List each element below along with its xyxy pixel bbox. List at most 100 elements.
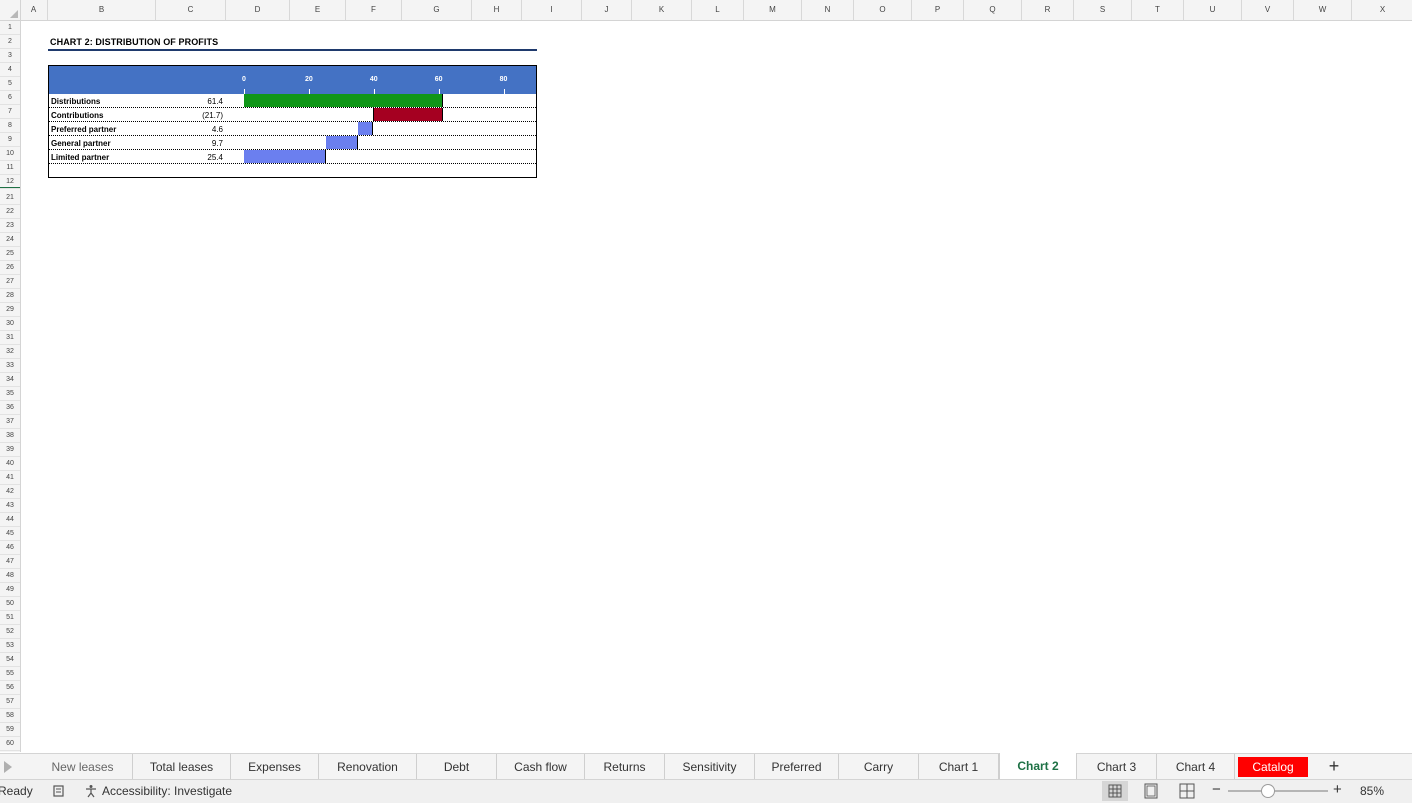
row-header-41[interactable]: 41 [0, 471, 20, 485]
column-header-h[interactable]: H [472, 0, 522, 20]
row-header-48[interactable]: 48 [0, 569, 20, 583]
sheet-tab-chart-1[interactable]: Chart 1 [919, 754, 999, 780]
column-header-b[interactable]: B [48, 0, 156, 20]
row-header-36[interactable]: 36 [0, 401, 20, 415]
row-header-29[interactable]: 29 [0, 303, 20, 317]
column-header-o[interactable]: O [854, 0, 912, 20]
column-header-m[interactable]: M [744, 0, 802, 20]
column-header-r[interactable]: R [1022, 0, 1074, 20]
row-header-39[interactable]: 39 [0, 443, 20, 457]
row-header-24[interactable]: 24 [0, 233, 20, 247]
row-header-55[interactable]: 55 [0, 667, 20, 681]
waterfall-bar[interactable] [372, 108, 444, 121]
chart-row[interactable]: Limited partner 25.4 [49, 150, 536, 164]
sheet-tab-cash-flow[interactable]: Cash flow [497, 754, 585, 780]
column-header-x[interactable]: X [1352, 0, 1412, 20]
row-header-46[interactable]: 46 [0, 541, 20, 555]
column-header-c[interactable]: C [156, 0, 226, 20]
row-header-6[interactable]: 6 [0, 91, 20, 105]
waterfall-bar[interactable] [244, 94, 444, 107]
row-header-8[interactable]: 8 [0, 119, 20, 133]
row-header-27[interactable]: 27 [0, 275, 20, 289]
row-header-58[interactable]: 58 [0, 709, 20, 723]
sheet-tab-returns[interactable]: Returns [585, 754, 665, 780]
add-sheet-button[interactable]: + [1320, 754, 1348, 780]
row-header-4[interactable]: 4 [0, 63, 20, 77]
column-header-t[interactable]: T [1132, 0, 1184, 20]
row-header-50[interactable]: 50 [0, 597, 20, 611]
row-header-12[interactable]: 12 [0, 175, 20, 189]
column-header-q[interactable]: Q [964, 0, 1022, 20]
row-header-21[interactable]: 21 [0, 191, 20, 205]
row-header-25[interactable]: 25 [0, 247, 20, 261]
sheet-tab-sensitivity[interactable]: Sensitivity [665, 754, 755, 780]
waterfall-bar[interactable] [326, 136, 358, 149]
row-header-37[interactable]: 37 [0, 415, 20, 429]
sheet-tab-total-leases[interactable]: Total leases [133, 754, 231, 780]
row-header-38[interactable]: 38 [0, 429, 20, 443]
row-header-52[interactable]: 52 [0, 625, 20, 639]
row-header-2[interactable]: 2 [0, 35, 20, 49]
row-header-47[interactable]: 47 [0, 555, 20, 569]
column-header-v[interactable]: V [1242, 0, 1294, 20]
row-header-28[interactable]: 28 [0, 289, 20, 303]
column-header-w[interactable]: W [1294, 0, 1352, 20]
waterfall-bar[interactable] [244, 150, 327, 163]
row-header-1[interactable]: 1 [0, 21, 20, 35]
sheet-tab-expenses[interactable]: Expenses [231, 754, 319, 780]
row-header-59[interactable]: 59 [0, 723, 20, 737]
waterfall-bar[interactable] [357, 122, 373, 135]
accessibility-status[interactable]: Accessibility: Investigate [102, 784, 232, 798]
normal-view-button[interactable] [1102, 781, 1128, 801]
row-header-10[interactable]: 10 [0, 147, 20, 161]
row-header-53[interactable]: 53 [0, 639, 20, 653]
page-layout-view-button[interactable] [1138, 781, 1164, 801]
waterfall-chart[interactable]: 0 20 40 60 80 Distributions 61.4 Contributions… [48, 65, 537, 178]
row-header-56[interactable]: 56 [0, 681, 20, 695]
column-header-j[interactable]: J [582, 0, 632, 20]
column-header-p[interactable]: P [912, 0, 964, 20]
zoom-slider-thumb[interactable] [1261, 784, 1275, 798]
row-header-34[interactable]: 34 [0, 373, 20, 387]
column-header-s[interactable]: S [1074, 0, 1132, 20]
row-header-7[interactable]: 7 [0, 105, 20, 119]
row-header-35[interactable]: 35 [0, 387, 20, 401]
row-header-22[interactable]: 22 [0, 205, 20, 219]
sheet-tab-renovation[interactable]: Renovation [319, 754, 417, 780]
tab-scroll-left-icon[interactable] [4, 761, 12, 773]
row-header-3[interactable]: 3 [0, 49, 20, 63]
row-header-60[interactable]: 60 [0, 737, 20, 751]
column-header-a[interactable]: A [20, 0, 48, 20]
zoom-level[interactable]: 85% [1360, 784, 1384, 798]
row-header-49[interactable]: 49 [0, 583, 20, 597]
row-header-5[interactable]: 5 [0, 77, 20, 91]
column-header-u[interactable]: U [1184, 0, 1242, 20]
sheet-tab-chart-2[interactable]: Chart 2 [999, 753, 1077, 780]
row-header-57[interactable]: 57 [0, 695, 20, 709]
column-header-f[interactable]: F [346, 0, 402, 20]
row-header-40[interactable]: 40 [0, 457, 20, 471]
column-header-l[interactable]: L [692, 0, 744, 20]
row-header-51[interactable]: 51 [0, 611, 20, 625]
zoom-in-button[interactable]: + [1333, 781, 1342, 798]
sheet-tab-catalog[interactable]: Catalog [1238, 757, 1308, 777]
row-header-11[interactable]: 11 [0, 161, 20, 175]
column-header-k[interactable]: K [632, 0, 692, 20]
row-header-44[interactable]: 44 [0, 513, 20, 527]
chart-row[interactable]: Preferred partner 4.6 [49, 122, 536, 136]
row-header-23[interactable]: 23 [0, 219, 20, 233]
row-header-43[interactable]: 43 [0, 499, 20, 513]
row-header-54[interactable]: 54 [0, 653, 20, 667]
chart-row[interactable]: Contributions (21.7) [49, 108, 536, 122]
sheet-tab-chart-4[interactable]: Chart 4 [1157, 754, 1235, 780]
row-header-9[interactable]: 9 [0, 133, 20, 147]
sheet-tab-new-leases[interactable]: New leases [33, 754, 133, 780]
row-header-31[interactable]: 31 [0, 331, 20, 345]
sheet-tab-carry[interactable]: Carry [839, 754, 919, 780]
column-header-e[interactable]: E [290, 0, 346, 20]
column-header-g[interactable]: G [402, 0, 472, 20]
accessibility-icon[interactable] [84, 784, 98, 798]
column-header-d[interactable]: D [226, 0, 290, 20]
sheet-tab-chart-3[interactable]: Chart 3 [1077, 754, 1157, 780]
sheet-tab-preferred[interactable]: Preferred [755, 754, 839, 780]
